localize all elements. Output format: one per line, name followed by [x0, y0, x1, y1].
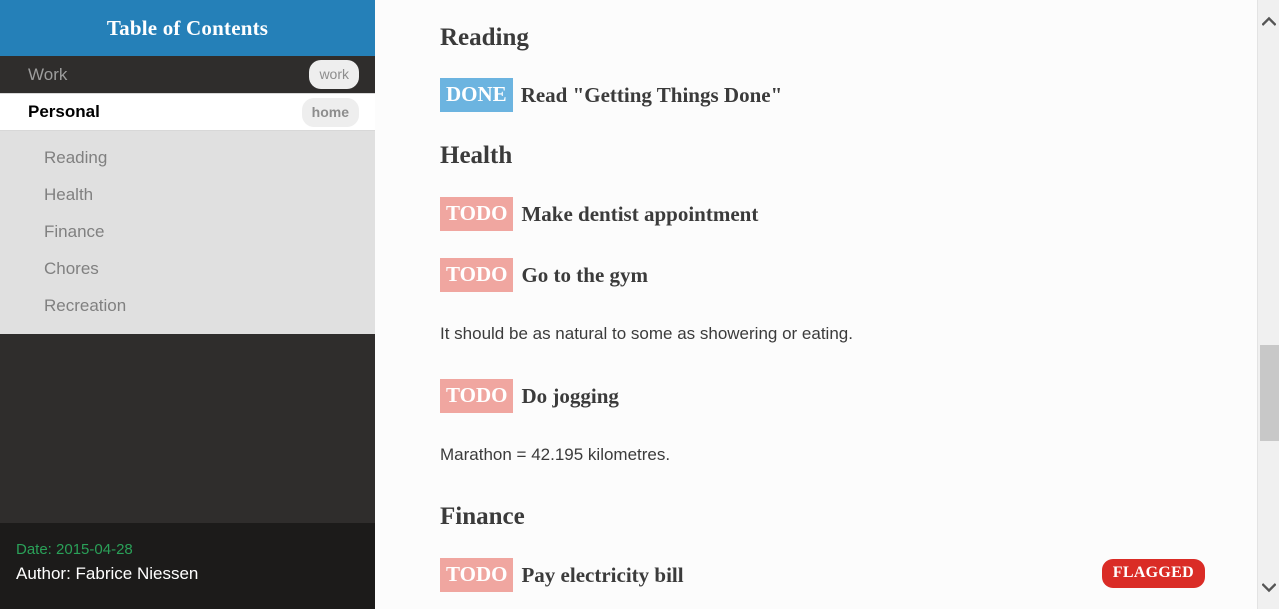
task-title: Make dentist appointment — [521, 201, 759, 226]
task-item-gym[interactable]: TODO Go to the gym — [440, 258, 648, 292]
scroll-down-arrow-icon[interactable] — [1258, 577, 1279, 599]
status-badge-todo: TODO — [440, 258, 514, 292]
scrollbar-thumb[interactable] — [1260, 345, 1279, 441]
sidebar-item-health[interactable]: Health — [0, 176, 375, 213]
section-heading-finance: Finance — [440, 503, 525, 530]
document-body: Reading DONE Read "Getting Things Done" … — [375, 0, 1279, 609]
status-badge-done: DONE — [440, 78, 513, 112]
flagged-badge: FLAGGED — [1101, 559, 1205, 588]
sidebar-item-chores[interactable]: Chores — [0, 250, 375, 287]
scroll-up-arrow-icon[interactable] — [1258, 10, 1279, 32]
sidebar-item-work[interactable]: Work work — [0, 56, 375, 93]
sidebar-tag-work: work — [309, 60, 359, 89]
sidebar-item-reading[interactable]: Reading — [0, 139, 375, 176]
sidebar-item-recreation[interactable]: Recreation — [0, 287, 375, 324]
sidebar-item-label: Personal — [28, 102, 100, 121]
task-title: Do jogging — [521, 383, 619, 408]
sidebar-item-label: Work — [28, 64, 68, 84]
sidebar-item-personal[interactable]: Personal home — [0, 93, 375, 131]
status-badge-todo: TODO — [440, 379, 514, 413]
app-window: Table of Contents Work work Personal hom… — [0, 0, 1279, 609]
sidebar-subitem-label: Chores — [44, 258, 99, 278]
paragraph-gym-note: It should be as natural to some as showe… — [440, 324, 853, 343]
task-item-electricity-bill[interactable]: TODO Pay electricity bill — [440, 558, 684, 592]
sidebar-subitem-label: Health — [44, 184, 94, 204]
sidebar-subitem-label: Recreation — [44, 295, 127, 315]
vertical-scrollbar[interactable] — [1257, 0, 1279, 609]
task-item-read-gtd[interactable]: DONE Read "Getting Things Done" — [440, 78, 782, 112]
section-heading-reading: Reading — [440, 24, 529, 51]
task-title: Go to the gym — [521, 262, 649, 287]
paragraph-marathon-note: Marathon = 42.195 kilometres. — [440, 445, 671, 464]
task-item-jogging[interactable]: TODO Do jogging — [440, 379, 619, 413]
toc-sub-list: Reading Health Finance Chores Recreation — [0, 131, 375, 334]
status-badge-todo: TODO — [440, 558, 514, 592]
sidebar-tag-home: home — [301, 97, 359, 127]
task-title: Pay electricity bill — [521, 562, 684, 587]
sidebar-footer: Date: 2015-04-28 Author: Fabrice Niessen — [0, 523, 375, 609]
status-badge-todo: TODO — [440, 197, 514, 231]
table-of-contents-sidebar: Table of Contents Work work Personal hom… — [0, 0, 375, 609]
sidebar-title: Table of Contents — [106, 15, 269, 40]
sidebar-item-finance[interactable]: Finance — [0, 213, 375, 250]
task-title: Read "Getting Things Done" — [520, 82, 783, 107]
sidebar-subitem-label: Reading — [44, 147, 108, 167]
section-heading-health: Health — [440, 142, 513, 169]
task-item-dentist[interactable]: TODO Make dentist appointment — [440, 197, 758, 231]
sidebar-header: Table of Contents — [0, 0, 375, 56]
document-author: Author: Fabrice Niessen — [16, 564, 199, 583]
document-content-area: Reading DONE Read "Getting Things Done" … — [375, 0, 1279, 609]
sidebar-subitem-label: Finance — [44, 221, 105, 241]
document-date: Date: 2015-04-28 — [16, 541, 133, 558]
toc-top-level-list: Work work Personal home — [0, 56, 375, 131]
